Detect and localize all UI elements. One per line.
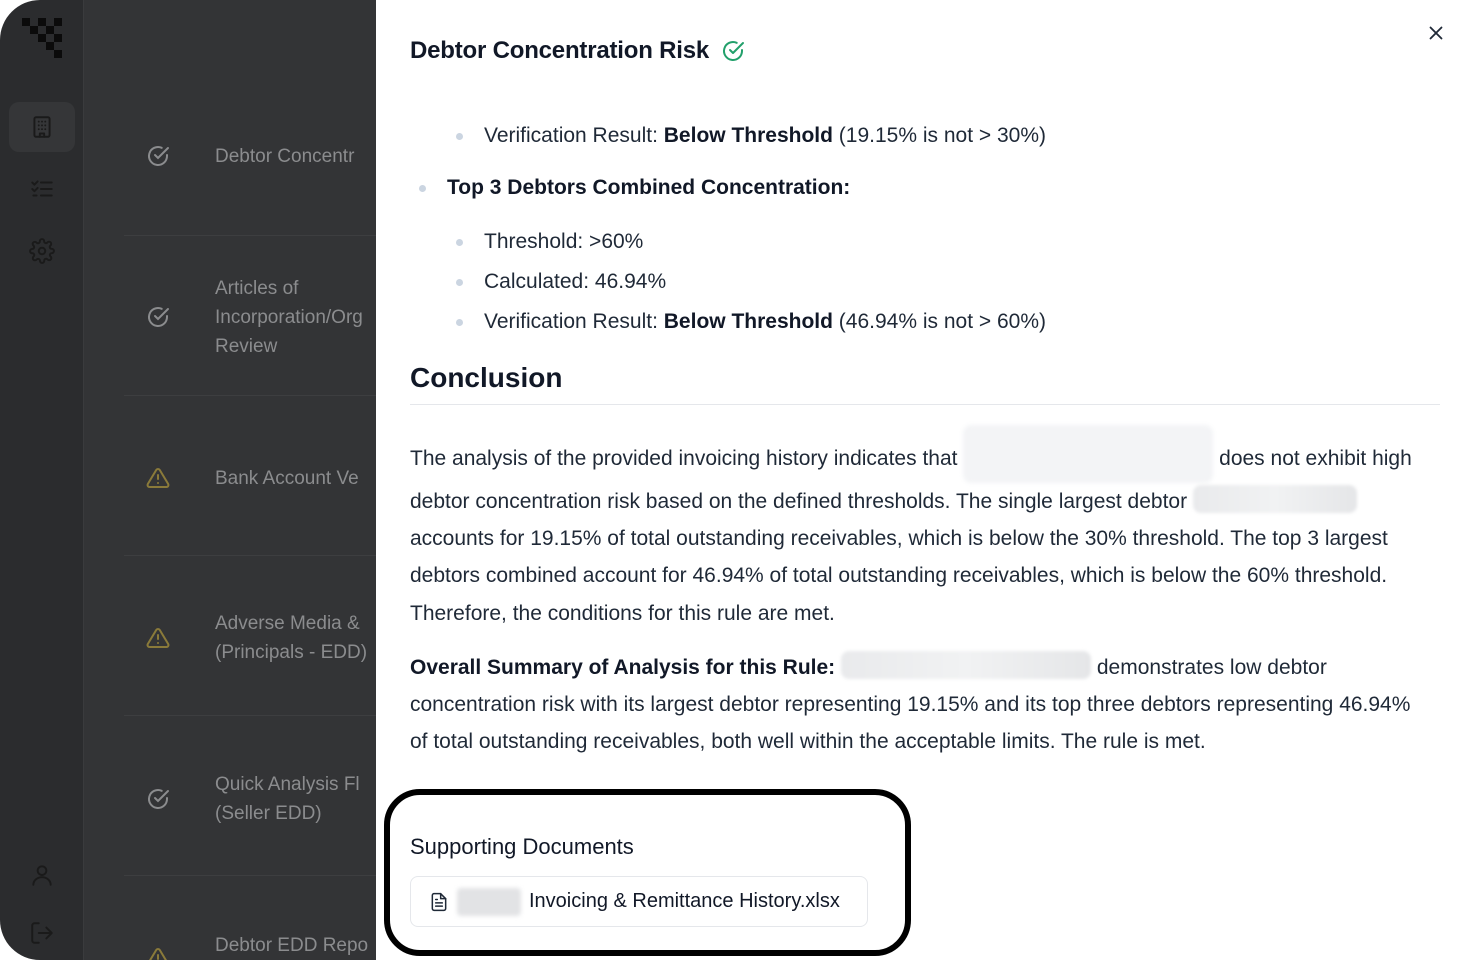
list-item-title-line: (Seller EDD) — [215, 803, 322, 824]
list-item-title-line: Review — [215, 336, 278, 357]
list-item-title-line: Articles of — [215, 278, 299, 299]
close-icon — [1429, 26, 1443, 40]
list-item[interactable]: Articles of Incorporation/Org Review — [124, 236, 376, 396]
bullet-label: Verification Result: — [484, 310, 664, 333]
list-item-title: Debtor EDD Repo — [215, 935, 369, 956]
conclusion-paragraph: The analysis of the provided invoicing h… — [410, 425, 1420, 632]
list-item-title: Bank Account Ve — [215, 468, 359, 489]
bullet-label: Calculated: 46.94% — [484, 270, 667, 293]
list-item[interactable]: Bank Account Ve — [124, 396, 376, 556]
circle-check-icon — [148, 789, 169, 809]
nav-logout[interactable] — [9, 908, 75, 958]
supporting-documents-heading: Supporting Documents — [410, 834, 634, 859]
redacted-text — [1192, 485, 1357, 513]
list-item-title: Debtor Concentr — [215, 146, 355, 167]
app-frame: Debtor Concentr Articles of Incorporatio… — [0, 0, 1467, 960]
bullet-list: Verification Result: Below Threshold (19… — [455, 116, 1440, 156]
gear-icon — [29, 238, 55, 264]
circle-check-icon — [148, 146, 169, 166]
list-item-title-line: Adverse Media & — [215, 613, 360, 634]
list-item: Calculated: 46.94% — [455, 262, 1440, 302]
list-item-title-line: Quick Analysis Fl — [215, 774, 360, 795]
nav-building[interactable] — [9, 102, 75, 152]
user-icon — [32, 865, 52, 886]
bullet-rest: (46.94% is not > 60%) — [832, 310, 1046, 333]
list-item-title: Articles of Incorporation/Org Review — [215, 274, 395, 361]
list-item[interactable]: Adverse Media & (Principals - EDD) — [124, 556, 376, 716]
warning-icon — [146, 627, 170, 648]
conclusion-heading: Conclusion — [410, 362, 1440, 405]
sidebar — [0, 0, 84, 960]
panel-title: Debtor Concentration Risk — [410, 37, 745, 65]
list-item[interactable]: Debtor Concentr — [124, 76, 376, 236]
circle-check-icon — [148, 307, 169, 327]
list-item[interactable]: Quick Analysis Fl (Seller EDD) — [124, 716, 376, 876]
bullet-rest: (19.15% is not > 30%) — [832, 124, 1046, 147]
list-item: Verification Result: Below Threshold (19… — [455, 116, 1440, 156]
panel-content: Verification Result: Below Threshold (19… — [410, 116, 1440, 760]
bullet-bold: Below Threshold — [663, 310, 833, 333]
list-item-title-line: (Principals - EDD) — [215, 642, 368, 663]
warning-icon — [149, 947, 167, 960]
logout-icon — [31, 922, 53, 944]
list-item-title: Adverse Media & (Principals - EDD) — [215, 609, 395, 667]
redacted-text — [963, 425, 1214, 483]
nav-user[interactable] — [9, 850, 75, 900]
bullet-label: Threshold: >60% — [484, 230, 644, 253]
nav-settings[interactable] — [9, 226, 75, 276]
warning-icon — [146, 467, 170, 488]
nav-checklist[interactable] — [9, 164, 75, 214]
section-heading: Top 3 Debtors Combined Concentration: — [418, 168, 1440, 208]
section-list: Top 3 Debtors Combined Concentration: — [418, 168, 1440, 208]
document-name: Invoicing & Remittance History.xlsx — [529, 890, 840, 912]
checkered-logo[interactable] — [22, 18, 64, 60]
circle-check-icon — [723, 41, 745, 61]
summary-label: Overall Summary of Analysis for this Rul… — [410, 655, 836, 679]
building-icon — [33, 116, 51, 138]
bullet-list: Threshold: >60% Calculated: 46.94% Verif… — [455, 222, 1440, 342]
list-item-title: Quick Analysis Fl (Seller EDD) — [215, 770, 395, 828]
checklist-icon — [31, 180, 53, 197]
panel-title-text: Debtor Concentration Risk — [410, 37, 710, 64]
background-rule-list: Debtor Concentr Articles of Incorporatio… — [84, 0, 376, 960]
list-item: Verification Result: Below Threshold (46… — [455, 302, 1440, 342]
redacted-text — [841, 650, 1092, 679]
list-item[interactable]: Debtor EDD Repo — [124, 876, 376, 960]
list-item-title-line: Incorporation/Org — [215, 307, 363, 328]
document-link[interactable]: Invoicing & Remittance History.xlsx — [410, 876, 868, 927]
conclusion-text: The analysis of the provided invoicing h… — [410, 447, 958, 470]
redacted-text — [457, 887, 521, 916]
close-button[interactable] — [1423, 20, 1449, 46]
bullet-label: Verification Result: — [484, 124, 664, 147]
highlight-box — [384, 789, 911, 956]
bullet-bold: Below Threshold — [663, 124, 833, 147]
summary-paragraph: Overall Summary of Analysis for this Rul… — [410, 649, 1420, 761]
file-text-icon — [431, 892, 447, 911]
list-item: Threshold: >60% — [455, 222, 1440, 262]
conclusion-text: accounts for 19.15% of total outstanding… — [410, 527, 1388, 625]
